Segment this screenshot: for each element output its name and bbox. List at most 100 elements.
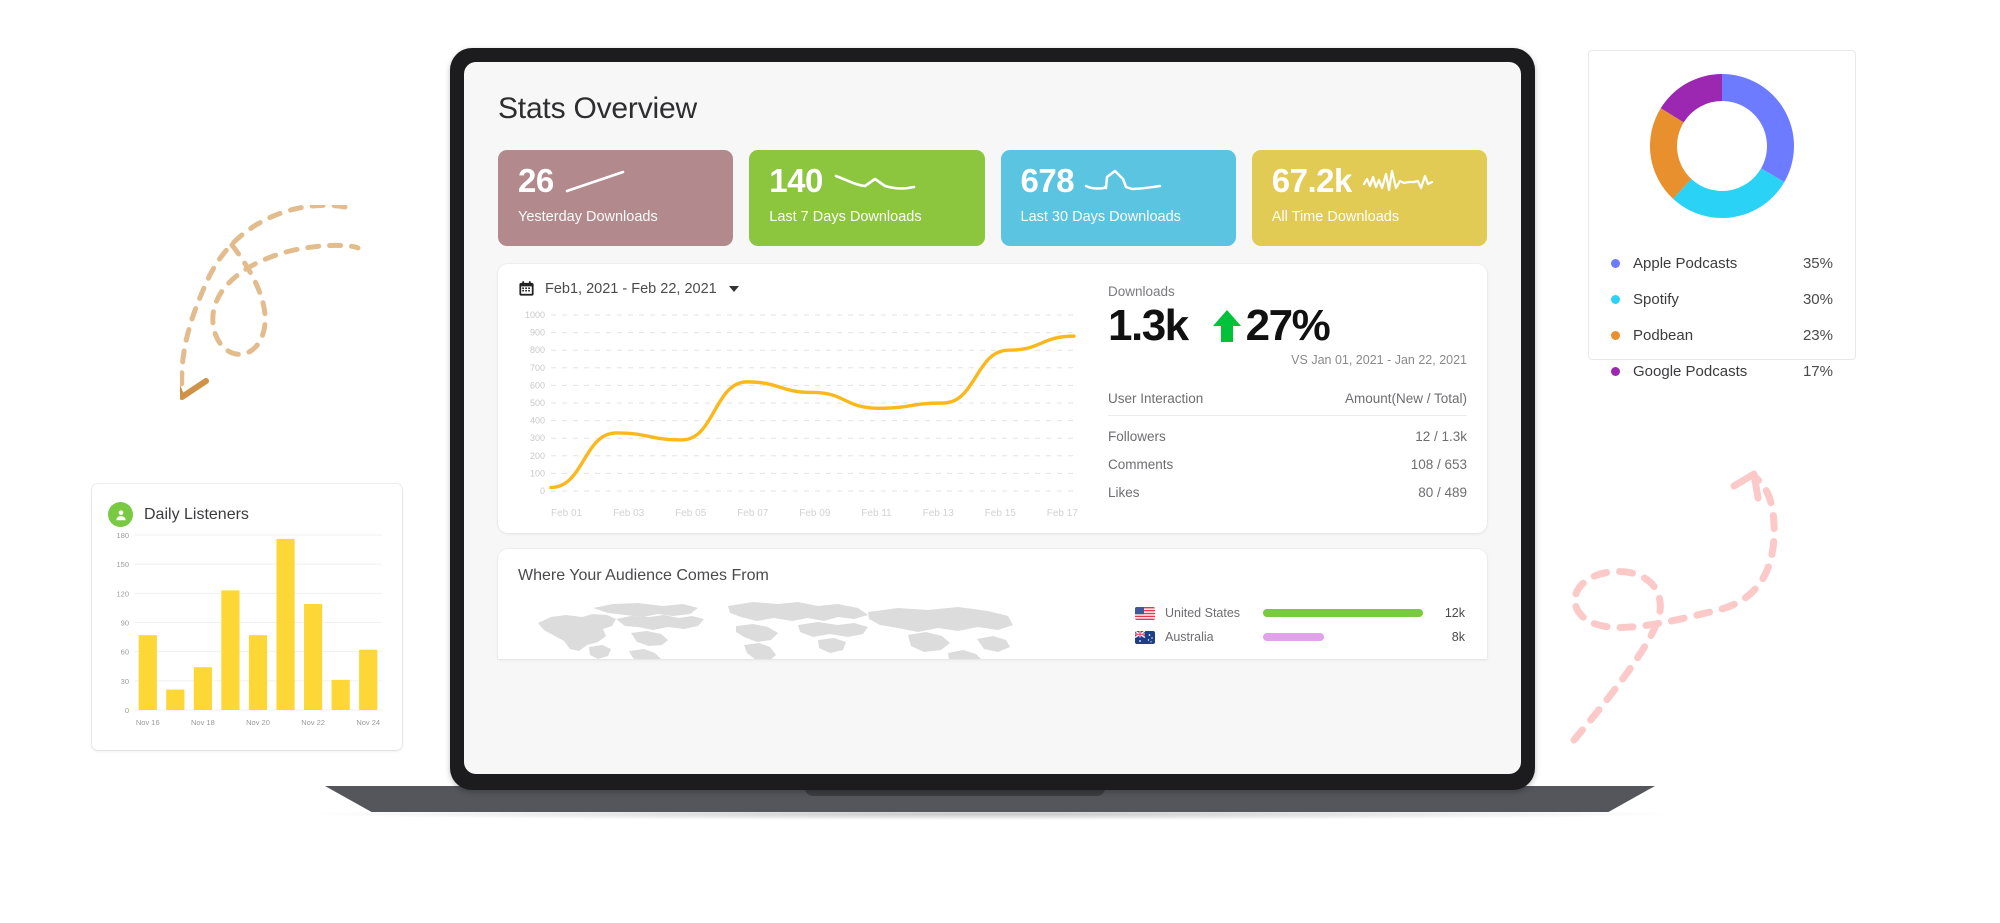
svg-text:120: 120 <box>116 589 129 598</box>
downloads-change-pct: 27% <box>1245 301 1331 350</box>
x-tick-label: Feb 15 <box>984 508 1016 519</box>
legend-dot <box>1611 330 1620 340</box>
stat-value: 140 <box>769 162 823 199</box>
svg-text:200: 200 <box>530 451 545 461</box>
stat-value: 26 <box>518 162 554 199</box>
screenshot-stage: Daily Listeners 180 150 120 90 60 30 0 Nov 16 No… <box>0 0 2000 923</box>
legend-item-apple-podcasts: Apple Podcasts 35% <box>1611 245 1833 281</box>
row-amount: 108 / 653 <box>1410 457 1467 472</box>
svg-text:90: 90 <box>121 619 129 628</box>
bar <box>304 604 323 710</box>
stat-label: All Time Downloads <box>1271 209 1400 225</box>
svg-text:150: 150 <box>116 560 129 569</box>
chevron-down-icon[interactable] <box>728 285 739 292</box>
row-amount: 80 / 489 <box>1418 485 1467 500</box>
legend-value: 17% <box>1802 362 1833 380</box>
table-header-row: User Interaction Amount(New / Total) <box>1108 391 1467 416</box>
stat-card-last7[interactable]: 140 Last 7 Days Downloads <box>749 150 985 246</box>
svg-text:1000: 1000 <box>525 310 545 320</box>
x-tick-label: Feb 09 <box>799 508 831 519</box>
country-row-united-states: United States 12k <box>1135 601 1465 625</box>
donut-segment <box>1650 108 1692 199</box>
bar <box>248 635 268 710</box>
line-chart-x-axis: Feb 01 Feb 03 Feb 05 Feb 07 Feb 09 Feb 11 Feb … <box>518 508 1078 519</box>
legend-dot <box>1611 294 1620 304</box>
svg-text:900: 900 <box>530 328 545 338</box>
legend-item-google-podcasts: Google Podcasts 17% <box>1611 353 1833 389</box>
daily-listeners-header: Daily Listeners <box>108 502 386 527</box>
legend-item-podbean: Podbean 23% <box>1611 317 1833 353</box>
calendar-icon <box>519 281 534 296</box>
bar <box>276 538 295 710</box>
audience-title: Where Your Audience Comes From <box>518 567 769 584</box>
svg-text:Nov 24: Nov 24 <box>356 718 380 727</box>
downloads-label: Downloads <box>1108 284 1175 299</box>
platform-donut-chart <box>1611 67 1833 225</box>
svg-text:0: 0 <box>540 486 545 496</box>
audience-panel: Where Your Audience Comes From United St… <box>498 549 1487 659</box>
pink-dashed-arrow-icon <box>1570 470 1778 744</box>
row-metric: Followers <box>1108 429 1166 444</box>
stat-card-last30[interactable]: 678 Last 30 Days Downloads <box>1000 150 1236 246</box>
tan-dashed-arrow-icon <box>180 205 361 400</box>
person-icon <box>108 502 133 527</box>
svg-text:800: 800 <box>530 345 545 355</box>
country-bar-track <box>1263 609 1423 617</box>
date-range-picker[interactable]: Feb1, 2021 - Feb 22, 2021 <box>518 280 1078 297</box>
stat-label: Yesterday Downloads <box>518 209 658 225</box>
stat-card-alltime[interactable]: 67.2k All Time Downloads <box>1251 150 1487 246</box>
svg-text:Nov 20: Nov 20 <box>246 718 270 727</box>
daily-listeners-bar-chart: 180 150 120 90 60 30 0 Nov 16 Nov 18 Nov 20 Nov 22… <box>116 531 382 727</box>
bar <box>221 590 240 710</box>
row-metric: Likes <box>1108 485 1140 500</box>
laptop-lid: Stats Overview 26 Yesterday Downloads 14… <box>450 48 1535 790</box>
line-chart-column: Feb1, 2021 - Feb 22, 2021 1000 900 800 700 6… <box>518 280 1078 519</box>
country-value: 8k <box>1451 630 1465 644</box>
legend-value: 35% <box>1802 254 1833 272</box>
wavy-line-icon <box>834 174 916 190</box>
audience-country-list: United States 12k Australia 8k <box>1135 601 1465 649</box>
rising-line-icon <box>565 170 625 192</box>
downloads-value: 1.3k <box>1108 300 1189 350</box>
svg-text:180: 180 <box>116 531 129 540</box>
bar <box>359 649 378 710</box>
x-tick-label: Feb 11 <box>861 508 892 519</box>
peak-line-icon <box>1084 169 1162 190</box>
downloads-summary: Downloads 1.3k 27% VS Jan 01, 2021 - Jan… <box>1088 280 1467 519</box>
bar <box>166 689 185 710</box>
stat-card-yesterday[interactable]: 26 Yesterday Downloads <box>498 150 734 246</box>
downloads-panel: Feb1, 2021 - Feb 22, 2021 1000 900 800 700 6… <box>498 264 1487 533</box>
stat-value: 67.2k <box>1271 162 1353 199</box>
daily-listeners-card: Daily Listeners 180 150 120 90 60 30 0 Nov 16 No… <box>92 484 402 750</box>
legend-value: 30% <box>1802 290 1833 308</box>
legend-item-spotify: Spotify 30% <box>1611 281 1833 317</box>
x-tick-label: Feb 05 <box>675 508 707 519</box>
bar <box>138 635 157 710</box>
stat-label: Last 7 Days Downloads <box>769 209 922 225</box>
svg-text:600: 600 <box>530 380 545 390</box>
arrow-up-icon <box>1212 310 1241 342</box>
country-value: 12k <box>1444 606 1465 620</box>
legend-dot <box>1611 258 1620 268</box>
legend-label: Spotify <box>1633 290 1679 308</box>
svg-text:100: 100 <box>530 468 545 478</box>
svg-text:Nov 16: Nov 16 <box>136 718 160 727</box>
stat-value: 678 <box>1020 162 1075 199</box>
page-title: Stats Overview <box>498 92 697 125</box>
country-bar-track <box>1263 633 1423 641</box>
downloads-change: 27% <box>1210 301 1331 351</box>
flag-au-icon <box>1135 630 1155 644</box>
downloads-line-chart: 1000 900 800 700 600 500 400 300 200 100 0 <box>518 309 1078 504</box>
legend-label: Google Podcasts <box>1633 362 1748 380</box>
row-amount: 12 / 1.3k <box>1415 429 1467 444</box>
svg-text:Nov 18: Nov 18 <box>191 718 215 727</box>
svg-text:0: 0 <box>125 706 129 715</box>
x-tick-label: Feb 03 <box>613 508 645 519</box>
table-row: Comments 108 / 653 <box>1108 444 1467 472</box>
noisy-line-icon <box>1362 169 1433 191</box>
country-bar <box>1263 609 1423 617</box>
platform-breakdown-card: Apple Podcasts 35% Spotify 30% Podbean 2… <box>1588 50 1856 380</box>
row-metric: Comments <box>1108 457 1174 472</box>
donut-segment <box>1722 74 1794 182</box>
table-row: Followers 12 / 1.3k <box>1108 416 1467 444</box>
